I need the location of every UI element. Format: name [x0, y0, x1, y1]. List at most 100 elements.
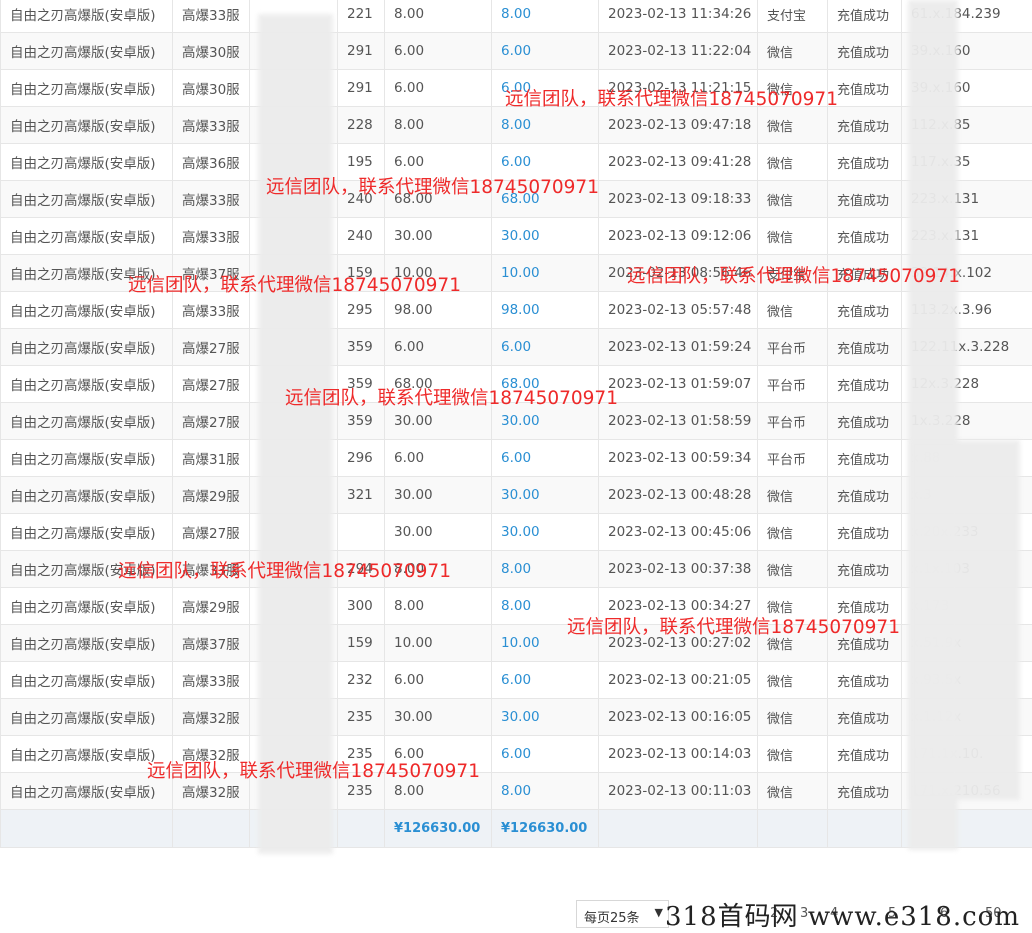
channel-cell: 微信	[758, 514, 828, 551]
status-cell: 充值成功	[828, 773, 902, 810]
table-row: 自由之刃高爆版(安卓版)高爆33服29598.0098.002023-02-13…	[1, 292, 1032, 329]
time-cell: 2023-02-13 09:12:06	[599, 218, 758, 255]
overlay-watermark: 远信团队，联系代理微信18745070971	[627, 262, 960, 288]
role-id-cell: 296	[338, 440, 385, 477]
server-cell: 高爆33服	[173, 662, 250, 699]
status-cell: 充值成功	[828, 440, 902, 477]
server-cell: 高爆30服	[173, 70, 250, 107]
game-cell: 自由之刃高爆版(安卓版)	[1, 625, 173, 662]
channel-cell: 平台币	[758, 403, 828, 440]
server-cell: 高爆27服	[173, 366, 250, 403]
totals-cell	[173, 810, 250, 848]
role-id-cell: 300	[338, 588, 385, 625]
channel-cell: 微信	[758, 699, 828, 736]
page-size-select[interactable]: 每页25条 ▼	[576, 900, 669, 928]
overlay-watermark: 远信团队，联系代理微信18745070971	[505, 85, 838, 111]
privacy-mosaic	[910, 440, 1020, 800]
order-amount-cell: 30.00	[385, 514, 492, 551]
game-cell: 自由之刃高爆版(安卓版)	[1, 403, 173, 440]
server-cell: 高爆33服	[173, 181, 250, 218]
paid-amount-cell: 30.00	[492, 218, 599, 255]
server-cell: 高爆29服	[173, 477, 250, 514]
time-cell: 2023-02-13 01:59:07	[599, 366, 758, 403]
order-amount-cell: 8.00	[385, 0, 492, 33]
privacy-mosaic	[258, 14, 333, 854]
time-cell: 2023-02-13 00:48:28	[599, 477, 758, 514]
paid-amount-cell: 30.00	[492, 477, 599, 514]
status-cell: 充值成功	[828, 699, 902, 736]
server-cell: 高爆33服	[173, 0, 250, 33]
server-cell: 高爆33服	[173, 107, 250, 144]
chevron-down-icon: ▼	[655, 906, 663, 919]
game-cell: 自由之刃高爆版(安卓版)	[1, 514, 173, 551]
order-amount-cell: 8.00	[385, 107, 492, 144]
server-cell: 高爆29服	[173, 588, 250, 625]
channel-cell: 微信	[758, 218, 828, 255]
time-cell: 2023-02-13 00:14:03	[599, 736, 758, 773]
game-cell: 自由之刃高爆版(安卓版)	[1, 107, 173, 144]
server-cell: 高爆27服	[173, 403, 250, 440]
paid-amount-cell: 6.00	[492, 662, 599, 699]
table-row: 自由之刃高爆版(安卓版)高爆33服24030.0030.002023-02-13…	[1, 218, 1032, 255]
time-cell: 2023-02-13 11:22:04	[599, 33, 758, 70]
server-cell: 高爆30服	[173, 33, 250, 70]
time-cell: 2023-02-13 00:59:34	[599, 440, 758, 477]
role-id-cell: 235	[338, 699, 385, 736]
game-cell: 自由之刃高爆版(安卓版)	[1, 144, 173, 181]
order-amount-cell: 6.00	[385, 329, 492, 366]
overlay-watermark: 远信团队，联系代理微信18745070971	[128, 271, 461, 297]
paid-amount-cell: 8.00	[492, 773, 599, 810]
overlay-watermark: 远信团队，联系代理微信18745070971	[285, 384, 618, 410]
game-cell: 自由之刃高爆版(安卓版)	[1, 292, 173, 329]
channel-cell: 微信	[758, 107, 828, 144]
status-cell: 充值成功	[828, 514, 902, 551]
overlay-watermark: 远信团队，联系代理微信18745070971	[147, 757, 480, 783]
paid-amount-cell: 6.00	[492, 329, 599, 366]
time-cell: 2023-02-13 09:18:33	[599, 181, 758, 218]
paid-amount-cell: 10.00	[492, 255, 599, 292]
table-row: 自由之刃高爆版(安卓版)高爆32服23530.0030.002023-02-13…	[1, 699, 1032, 736]
status-cell: 充值成功	[828, 477, 902, 514]
overlay-watermark: 远信团队，联系代理微信18745070971	[266, 173, 599, 199]
game-cell: 自由之刃高爆版(安卓版)	[1, 329, 173, 366]
role-id-cell: 291	[338, 70, 385, 107]
site-watermark: 318首码网 www.e318.com	[665, 896, 1020, 933]
overlay-watermark: 远信团队，联系代理微信18745070971	[567, 613, 900, 639]
game-cell: 自由之刃高爆版(安卓版)	[1, 440, 173, 477]
paid-amount-cell: 8.00	[492, 107, 599, 144]
status-cell: 充值成功	[828, 403, 902, 440]
role-id-cell: 228	[338, 107, 385, 144]
time-cell: 2023-02-13 09:41:28	[599, 144, 758, 181]
time-cell: 2023-02-13 11:34:26	[599, 0, 758, 33]
order-amount-cell: 8.00	[385, 588, 492, 625]
time-cell: 2023-02-13 00:11:03	[599, 773, 758, 810]
order-amount-cell: 10.00	[385, 625, 492, 662]
channel-cell: 微信	[758, 181, 828, 218]
status-cell: 充值成功	[828, 107, 902, 144]
time-cell: 2023-02-13 09:47:18	[599, 107, 758, 144]
server-cell: 高爆33服	[173, 292, 250, 329]
totals-cell	[758, 810, 828, 848]
game-cell: 自由之刃高爆版(安卓版)	[1, 588, 173, 625]
role-id-cell: 321	[338, 477, 385, 514]
table-row: 自由之刃高爆版(安卓版)高爆31服2966.006.002023-02-13 0…	[1, 440, 1032, 477]
totals-cell	[828, 810, 902, 848]
channel-cell: 微信	[758, 144, 828, 181]
status-cell: 充值成功	[828, 70, 902, 107]
table-row: 自由之刃高爆版(安卓版)高爆27服3596.006.002023-02-13 0…	[1, 329, 1032, 366]
order-amount-cell: 6.00	[385, 70, 492, 107]
total-order-amount: ¥126630.00	[385, 810, 492, 848]
status-cell: 充值成功	[828, 181, 902, 218]
table-row: 自由之刃高爆版(安卓版)高爆33服2288.008.002023-02-13 0…	[1, 107, 1032, 144]
channel-cell: 微信	[758, 292, 828, 329]
table-row: 自由之刃高爆版(安卓版)高爆27服30.0030.002023-02-13 00…	[1, 514, 1032, 551]
game-cell: 自由之刃高爆版(安卓版)	[1, 477, 173, 514]
totals-row: ¥126630.00¥126630.00	[1, 810, 1032, 848]
status-cell: 充值成功	[828, 33, 902, 70]
channel-cell: 微信	[758, 662, 828, 699]
time-cell: 2023-02-13 01:59:24	[599, 329, 758, 366]
channel-cell: 微信	[758, 736, 828, 773]
channel-cell: 平台币	[758, 440, 828, 477]
paid-amount-cell: 6.00	[492, 440, 599, 477]
totals-cell	[599, 810, 758, 848]
